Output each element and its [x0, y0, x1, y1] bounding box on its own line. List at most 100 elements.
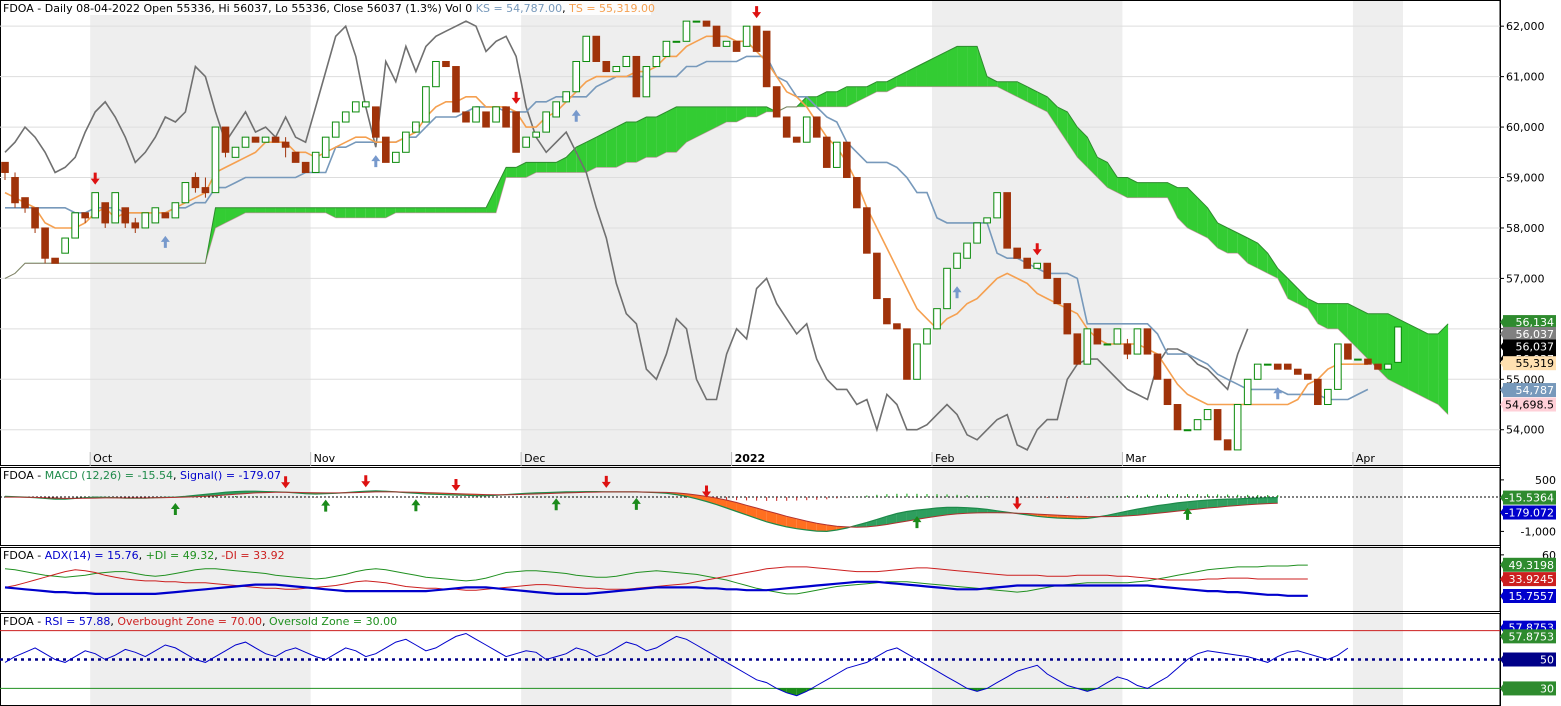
candle-down-body: [371, 106, 380, 138]
cloud-bull-segment: [1408, 323, 1419, 395]
title-segment: FDOA - Daily 08-04-2022 Open 55336, Hi 5…: [3, 2, 476, 15]
cloud-bull-segment: [1317, 303, 1328, 329]
candle: [572, 60, 581, 93]
candle-up-body: [261, 136, 270, 143]
candle: [1103, 343, 1112, 346]
cloud-bull-segment: [285, 207, 296, 213]
candle: [843, 141, 851, 179]
candle-down-body: [161, 212, 170, 219]
candle: [1314, 378, 1322, 406]
title-segment: Overbought Zone = 70.00: [117, 615, 262, 628]
x-axis-label: Oct: [93, 452, 113, 465]
cloud-bull-segment: [375, 207, 386, 218]
candle-down-body: [632, 55, 641, 98]
candle: [1163, 378, 1172, 406]
candle-down-body: [903, 328, 911, 380]
candle-down-body: [782, 116, 791, 138]
candle-down-body: [1213, 409, 1222, 441]
title-segment: RSI = 57.88: [45, 615, 111, 628]
title-segment: -DI = 33.92: [221, 549, 284, 562]
title-segment: ,: [173, 469, 180, 482]
candle-up-body: [181, 182, 190, 204]
candle-up-body: [1033, 262, 1042, 269]
candle-up-body: [71, 212, 79, 239]
cloud-bull-segment: [355, 207, 366, 218]
candle-down-body: [462, 111, 470, 123]
candle: [1133, 328, 1142, 355]
candle: [331, 121, 340, 138]
candle: [782, 116, 791, 138]
candle: [913, 343, 921, 380]
candle-down-body: [792, 136, 801, 143]
x-axis-label: Mar: [1125, 452, 1146, 465]
candle: [1023, 257, 1032, 269]
candle-down-body: [762, 30, 771, 88]
candle-down-body: [512, 111, 520, 153]
candle: [983, 217, 991, 224]
candle: [923, 328, 931, 345]
candle: [632, 55, 641, 98]
candle: [1273, 363, 1282, 370]
candle: [412, 121, 420, 133]
candle-down-body: [271, 136, 280, 143]
candle: [732, 40, 741, 52]
x-axis-label: Apr: [1356, 452, 1376, 465]
value-tag-text: 57.8753: [1509, 630, 1555, 643]
candle-down-body: [822, 136, 831, 168]
candle: [41, 227, 49, 264]
candle: [1324, 388, 1332, 406]
candle-up-body: [231, 146, 240, 158]
candle: [1083, 328, 1092, 365]
candle: [241, 136, 250, 148]
candle: [11, 172, 19, 208]
right-value-labels: -15.5364 -179.072: [1500, 490, 1556, 520]
cloud-bull-segment: [1187, 187, 1198, 233]
cloud-bull-segment: [746, 106, 757, 117]
candle-down-body: [883, 298, 891, 325]
candle-up-body: [1203, 409, 1212, 421]
candle-down-body: [1163, 378, 1172, 406]
candle-down-body: [1223, 439, 1232, 451]
cloud-bull-segment: [455, 207, 466, 213]
candle: [702, 20, 711, 27]
title-segment: Signal() = -179.07: [180, 469, 281, 482]
cloud-bull-segment: [1418, 328, 1429, 400]
buy-signal-arrow: [371, 155, 381, 168]
candle-down-body: [752, 25, 761, 52]
month-band: [90, 0, 311, 706]
candle-up-body: [472, 106, 480, 123]
candle-up-body: [612, 66, 621, 73]
cloud-bull-segment: [967, 46, 978, 87]
candle: [21, 197, 29, 213]
candle: [973, 222, 981, 244]
candle: [1193, 419, 1202, 431]
candle: [1033, 262, 1042, 269]
candle-up-body: [422, 86, 430, 123]
title-segment: ,: [139, 549, 146, 562]
candle: [492, 106, 500, 123]
candle-up-body: [432, 60, 440, 88]
panel-title: FDOA - ADX(14) = 15.76, +DI = 49.32, -DI…: [3, 549, 285, 562]
candle-down-body: [251, 136, 260, 143]
macd-fill-bull: [1207, 499, 1218, 509]
candle-down-body: [131, 222, 140, 229]
title-segment: ,: [110, 615, 117, 628]
stock-chart[interactable]: OctNovDec2022FebMarApr54,00055,00056,000…: [0, 0, 1561, 706]
candle-up-body: [993, 192, 1001, 219]
candle-down-body: [1123, 343, 1132, 355]
candle-up-body: [392, 151, 400, 163]
candle: [462, 111, 470, 123]
candle-up-body: [953, 252, 961, 269]
candle-up-body: [1103, 343, 1112, 346]
right-value-labels: 56,13456,03756,03756,03755,31954,78754,6…: [1500, 315, 1556, 412]
candle: [742, 25, 751, 47]
x-axis-label: Nov: [314, 452, 336, 465]
y-tick-label: 58,000: [1506, 222, 1545, 235]
candle-up-body: [802, 116, 811, 143]
candle: [1143, 328, 1152, 355]
candle: [602, 60, 611, 73]
cloud-bull-segment: [666, 106, 677, 153]
candle-down-body: [1364, 358, 1372, 365]
title-segment: MACD (12,26) = -15.54: [45, 469, 173, 482]
cloud-bull-segment: [546, 162, 557, 173]
